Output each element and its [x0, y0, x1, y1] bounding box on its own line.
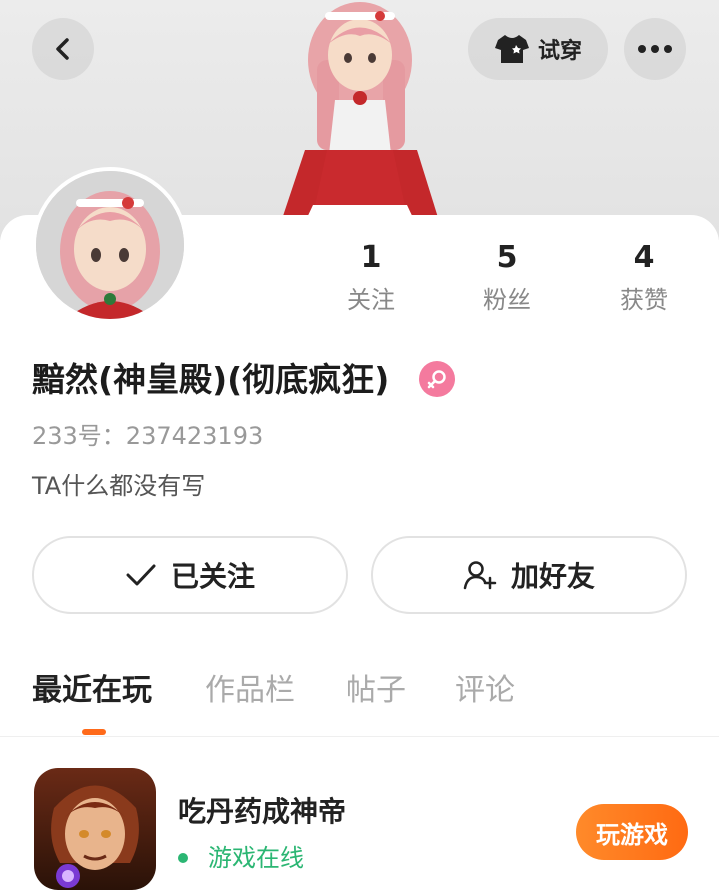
chevron-left-icon — [56, 38, 69, 60]
game-status: 游戏在线 — [178, 840, 304, 876]
following-label: 关注 — [347, 286, 395, 314]
user-id: 233号：237423193 — [32, 422, 264, 450]
shirt-icon — [494, 35, 529, 63]
following-count: 1 — [360, 240, 382, 275]
online-dot-icon — [178, 853, 188, 863]
avatar-image — [36, 171, 184, 319]
tabs-divider — [0, 736, 719, 737]
check-icon — [126, 564, 156, 586]
play-game-button[interactable]: 玩游戏 — [576, 804, 688, 860]
game-icon[interactable] — [34, 768, 156, 890]
character-3d-model — [275, 2, 445, 240]
stat-likes[interactable]: 4 获赞 — [584, 238, 704, 320]
stat-following[interactable]: 1 关注 — [311, 238, 431, 320]
tab-recent-play[interactable]: 最近在玩 — [32, 668, 152, 714]
game-status-label: 游戏在线 — [208, 844, 304, 872]
tab-comments[interactable]: 评论 — [455, 668, 515, 714]
game-cover-image — [34, 768, 156, 890]
followers-label: 粉丝 — [483, 286, 531, 314]
more-button[interactable] — [624, 18, 686, 80]
more-horizontal-icon — [638, 45, 672, 53]
followers-count: 5 — [496, 240, 518, 275]
active-tab-indicator — [82, 729, 106, 735]
try-on-button[interactable]: 试穿 — [468, 18, 608, 80]
add-friend-label: 加好友 — [510, 560, 595, 593]
add-user-icon — [463, 561, 497, 590]
followed-button[interactable]: 已关注 — [32, 536, 348, 614]
nickname: 黯然(神皇殿)(彻底疯狂) — [32, 360, 390, 399]
likes-count: 4 — [633, 240, 655, 275]
avatar[interactable] — [32, 167, 188, 323]
game-title: 吃丹药成神帝 — [178, 795, 347, 828]
stat-followers[interactable]: 5 粉丝 — [447, 238, 567, 320]
female-icon — [419, 361, 455, 397]
tab-works[interactable]: 作品栏 — [205, 668, 295, 714]
try-on-label: 试穿 — [537, 39, 582, 64]
back-button[interactable] — [32, 18, 94, 80]
likes-label: 获赞 — [620, 286, 668, 314]
tab-posts[interactable]: 帖子 — [346, 668, 406, 714]
add-friend-button[interactable]: 加好友 — [371, 536, 687, 614]
followed-label: 已关注 — [170, 560, 255, 593]
bio: TA什么都没有写 — [32, 472, 206, 500]
